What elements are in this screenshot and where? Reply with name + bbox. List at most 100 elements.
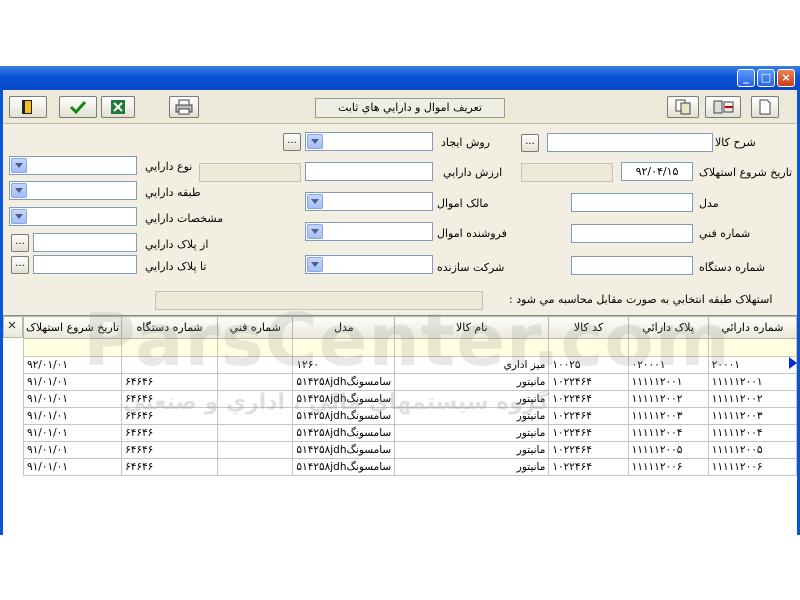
ravesh-ijad-select[interactable] [305, 132, 433, 151]
column-header[interactable]: پلاک دارائي [627, 316, 709, 339]
chevron-down-icon[interactable] [307, 194, 323, 209]
column-header[interactable]: شماره دستگاه [121, 316, 219, 339]
forushande-label: فروشنده اموال [437, 227, 507, 240]
table-cell: ۵۱۴۲۵۸jdhسامسونگ [292, 407, 396, 425]
print-button[interactable] [169, 96, 199, 118]
excel-export-button[interactable] [101, 96, 135, 118]
table-cell: ۵۱۴۲۵۸jdhسامسونگ [292, 441, 396, 459]
sharh-kala-input[interactable] [547, 133, 713, 152]
model-input[interactable] [571, 193, 693, 212]
table-cell [217, 407, 294, 425]
tabaqe-label: طبقه دارايي [145, 186, 201, 199]
filter-cell[interactable] [22, 338, 123, 357]
table-cell: ۹۱/۰۱/۰۱ [22, 390, 123, 408]
filter-cell[interactable] [394, 338, 550, 357]
chevron-down-icon[interactable] [307, 224, 323, 239]
column-header[interactable]: مدل [292, 316, 396, 339]
confirm-button[interactable] [59, 96, 97, 118]
tarikh-aux-field [521, 163, 613, 182]
filter-cell[interactable] [627, 338, 709, 357]
filter-cell[interactable] [292, 338, 396, 357]
table-cell: ۱۰۲۲۴۶۴ [548, 373, 629, 391]
maximize-icon[interactable]: □ [757, 69, 775, 87]
table-cell: ۹۱/۰۱/۰۱ [22, 424, 123, 442]
grid-header-row: تاريخ شروع استهلاک شماره دستگاه شماره فني م… [22, 316, 798, 339]
chevron-down-icon[interactable] [307, 134, 323, 149]
table-cell: ۶۴۶۴۶ [121, 407, 219, 425]
ravesh-ijad-browse-button[interactable]: ... [283, 133, 301, 151]
table-row[interactable]: ۹۲/۰۱/۰۱ ۱۲۶۰ ميز اداري ۱۰۰۲۵ ۰۲۰۰۰۱ ۲۰۰۰۱ [22, 356, 798, 374]
arzesh-input[interactable] [305, 162, 433, 181]
delete-button[interactable] [705, 96, 741, 118]
filter-cell[interactable] [121, 338, 219, 357]
ta-pelak-label: تا پلاک دارايي [145, 260, 207, 273]
minimize-icon[interactable]: _ [737, 69, 755, 87]
table-cell: ۵۱۴۲۵۸jdhسامسونگ [292, 458, 396, 476]
chevron-down-icon[interactable] [11, 209, 27, 224]
az-pelak-input[interactable] [33, 233, 137, 252]
form-title: تعريف اموال و دارايي هاي ثابت [315, 98, 505, 118]
noe-select[interactable] [9, 156, 137, 175]
table-cell: ۵۱۴۲۵۸jdhسامسونگ [292, 373, 396, 391]
table-cell: ۱۱۱۱۱۲۰۰۴ [707, 424, 798, 442]
moshakhasat-select[interactable] [9, 207, 137, 226]
column-header[interactable]: شماره فني [217, 316, 294, 339]
table-row[interactable]: ۹۱/۰۱/۰۱ ۶۴۶۴۶ ۵۱۴۲۵۸jdhسامسونگ مانيتور ۱۰۲۲… [22, 373, 798, 391]
table-row[interactable]: ۹۱/۰۱/۰۱ ۶۴۶۴۶ ۵۱۴۲۵۸jdhسامسونگ مانيتور ۱۰۲۲… [22, 424, 798, 442]
table-cell: ۶۴۶۴۶ [121, 424, 219, 442]
table-row[interactable]: ۹۱/۰۱/۰۱ ۶۴۶۴۶ ۵۱۴۲۵۸jdhسامسونگ مانيتور ۱۰۲۲… [22, 458, 798, 476]
table-cell: ۹۱/۰۱/۰۱ [22, 458, 123, 476]
filter-cell[interactable] [548, 338, 629, 357]
filter-row[interactable] [22, 338, 798, 357]
column-header[interactable]: شماره دارائي [707, 316, 798, 339]
shomare-dastgah-input[interactable] [571, 256, 693, 275]
sharh-kala-browse-button[interactable]: ... [521, 134, 539, 152]
table-cell: ۹۱/۰۱/۰۱ [22, 407, 123, 425]
az-pelak-browse-button[interactable]: ... [11, 234, 29, 252]
table-cell [217, 458, 294, 476]
table-cell: ۶۴۶۴۶ [121, 441, 219, 459]
shomare-fanni-label: شماره فني [699, 227, 751, 240]
table-cell: ميز اداري [394, 356, 550, 374]
grid-options-icon[interactable] [4, 317, 22, 337]
chevron-down-icon[interactable] [307, 257, 323, 272]
table-row[interactable]: ۹۱/۰۱/۰۱ ۶۴۶۴۶ ۵۱۴۲۵۸jdhسامسونگ مانيتور ۱۰۲۲… [22, 407, 798, 425]
sherkat-label: شرکت سازنده [437, 261, 505, 274]
table-row[interactable]: ۹۱/۰۱/۰۱ ۶۴۶۴۶ ۵۱۴۲۵۸jdhسامسونگ مانيتور ۱۰۲۲… [22, 390, 798, 408]
exit-button[interactable] [9, 96, 47, 118]
table-cell: ۶۴۶۴۶ [121, 390, 219, 408]
printer-icon [175, 99, 193, 115]
malek-select[interactable] [305, 192, 433, 211]
window-titlebar[interactable]: _ □ × [0, 66, 800, 90]
sherkat-select[interactable] [305, 255, 433, 274]
close-icon[interactable]: × [777, 69, 795, 87]
table-cell: ۱۱۱۱۱۲۰۰۲ [707, 390, 798, 408]
ta-pelak-input[interactable] [33, 255, 137, 274]
table-cell: ۱۰۲۲۴۶۴ [548, 441, 629, 459]
copy-button[interactable] [667, 96, 699, 118]
column-header[interactable]: نام کالا [394, 316, 550, 339]
tarikh-shoro-input[interactable]: ۹۲/۰۴/۱۵ [621, 162, 693, 181]
forushande-select[interactable] [305, 222, 433, 241]
filter-cell[interactable] [707, 338, 798, 357]
assets-table: تاريخ شروع استهلاک شماره دستگاه شماره فني م… [22, 316, 798, 476]
table-cell: ۱۱۱۱۱۲۰۰۲ [627, 390, 709, 408]
tabaqe-select[interactable] [9, 181, 137, 200]
chevron-down-icon[interactable] [11, 183, 27, 198]
table-cell: ۵۱۴۲۵۸jdhسامسونگ [292, 390, 396, 408]
tarikh-shoro-label: تاريخ شروع استهلاک [699, 166, 793, 179]
chevron-down-icon[interactable] [11, 158, 27, 173]
table-cell: ۱۰۲۲۴۶۴ [548, 424, 629, 442]
ta-pelak-browse-button[interactable]: ... [11, 256, 29, 274]
column-header[interactable]: کد کالا [548, 316, 629, 339]
table-cell: مانيتور [394, 407, 550, 425]
filter-cell[interactable] [217, 338, 294, 357]
table-cell: ۱۱۱۱۱۲۰۰۳ [707, 407, 798, 425]
column-header[interactable]: تاريخ شروع استهلاک [22, 316, 123, 339]
page-top-margin [0, 0, 800, 66]
model-label: مدل [699, 197, 719, 210]
shomare-fanni-input[interactable] [571, 224, 693, 243]
table-row[interactable]: ۹۱/۰۱/۰۱ ۶۴۶۴۶ ۵۱۴۲۵۸jdhسامسونگ مانيتور ۱۰۲۲… [22, 441, 798, 459]
table-cell [217, 356, 294, 374]
new-record-button[interactable] [751, 96, 779, 118]
